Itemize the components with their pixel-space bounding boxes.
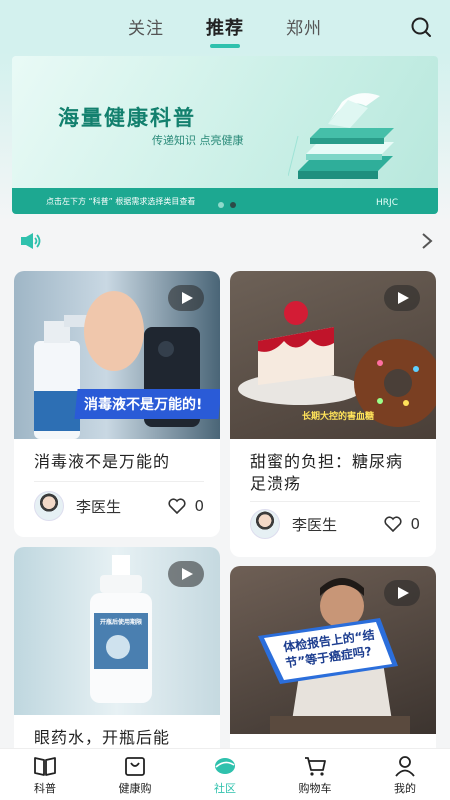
carousel-dot-active[interactable] (230, 202, 236, 208)
card-meta: 李医生 0 (34, 489, 204, 523)
shopping-bag-icon (125, 757, 145, 776)
card-overlay-text: 开瓶后使用期限 (100, 619, 143, 626)
play-icon[interactable] (168, 561, 204, 587)
top-bar: 关注 推荐 郑州 (0, 0, 450, 52)
tab-zhengzhou[interactable]: 郑州 (286, 14, 322, 48)
banner-subtitle: 传递知识 点亮健康 (152, 134, 244, 147)
carousel-dots (218, 202, 236, 208)
banner-title: 海量健康科普 (58, 105, 196, 130)
article-card[interactable]: 消毒液不是万能的! 消毒液不是万能的 李医生 0 (14, 271, 220, 537)
chevron-right-icon[interactable] (420, 232, 434, 250)
avatar (250, 509, 280, 539)
card-thumbnail: 长期大控的害血糖 (230, 271, 436, 439)
notice-bar[interactable] (14, 228, 438, 254)
banner-strip: 点击左下方 “科普” 根据需求选择类目查看 (12, 188, 438, 214)
like-button[interactable]: 0 (168, 497, 204, 515)
nav-science[interactable]: 科普 (0, 749, 90, 800)
author-name: 李医生 (76, 497, 122, 516)
card-title: 甜蜜的负担：糖尿病足溃疡 (250, 452, 404, 493)
author-name: 李医生 (292, 515, 338, 534)
like-count: 0 (194, 497, 204, 515)
divider (250, 501, 420, 502)
card-meta: 李医生 0 (250, 507, 420, 541)
nav-label: 社区 (214, 782, 236, 795)
avatar (34, 491, 64, 521)
nav-health-shop[interactable]: 健康购 (90, 749, 180, 800)
carousel-dot[interactable] (218, 202, 224, 208)
article-card[interactable]: 体检报告上的“结节”等于癌症吗? (230, 566, 436, 757)
card-overlay-text: 长期大控的害血糖 (302, 412, 375, 422)
nav-cart[interactable]: 购物车 (270, 749, 360, 800)
play-icon[interactable] (384, 285, 420, 311)
card-thumbnail: 开瓶后使用期限 (14, 547, 220, 715)
nav-label: 健康购 (118, 782, 152, 795)
speaker-icon (21, 233, 41, 249)
article-card[interactable]: 开瓶后使用期限 眼药水，开瓶后能 (14, 547, 220, 757)
cart-icon (305, 757, 326, 776)
heart-icon (384, 516, 402, 532)
like-count: 0 (410, 515, 420, 533)
card-title: 消毒液不是万能的 (34, 452, 171, 471)
card-thumbnail: 体检报告上的“结节”等于癌症吗? (230, 566, 436, 734)
community-icon (215, 758, 235, 774)
card-thumbnail: 消毒液不是万能的! (14, 271, 220, 439)
nav-community[interactable]: 社区 (180, 749, 270, 800)
divider (34, 481, 204, 482)
banner-logo: HRJC (376, 198, 398, 208)
top-tabs: 关注 推荐 郑州 (0, 14, 450, 48)
search-icon[interactable] (410, 16, 432, 38)
banner-strip-text: 点击左下方 “科普” 根据需求选择类目查看 (46, 196, 196, 206)
tab-recommend[interactable]: 推荐 (206, 14, 244, 48)
nav-label: 购物车 (298, 782, 332, 795)
book-icon (34, 757, 56, 776)
card-overlay-text: 消毒液不是万能的! (84, 397, 203, 413)
nav-mine[interactable]: 我的 (360, 749, 450, 800)
heart-icon (168, 498, 186, 514)
user-icon (395, 756, 415, 777)
like-button[interactable]: 0 (384, 515, 420, 533)
nav-label: 我的 (394, 782, 416, 795)
play-icon[interactable] (168, 285, 204, 311)
tab-follow[interactable]: 关注 (128, 14, 164, 48)
nav-label: 科普 (34, 782, 56, 795)
promo-banner[interactable]: 海量健康科普 传递知识 点亮健康 点击左下方 “科普” 根据需求选择类目查看 H… (12, 56, 438, 214)
play-icon[interactable] (384, 580, 420, 606)
card-title: 眼药水，开瓶后能 (34, 728, 171, 747)
bottom-nav: 科普 健康购 社区 购物车 我的 (0, 748, 450, 800)
books-icon (288, 93, 394, 179)
article-card[interactable]: 长期大控的害血糖 甜蜜的负担：糖尿病足溃疡 李医生 0 (230, 271, 436, 557)
